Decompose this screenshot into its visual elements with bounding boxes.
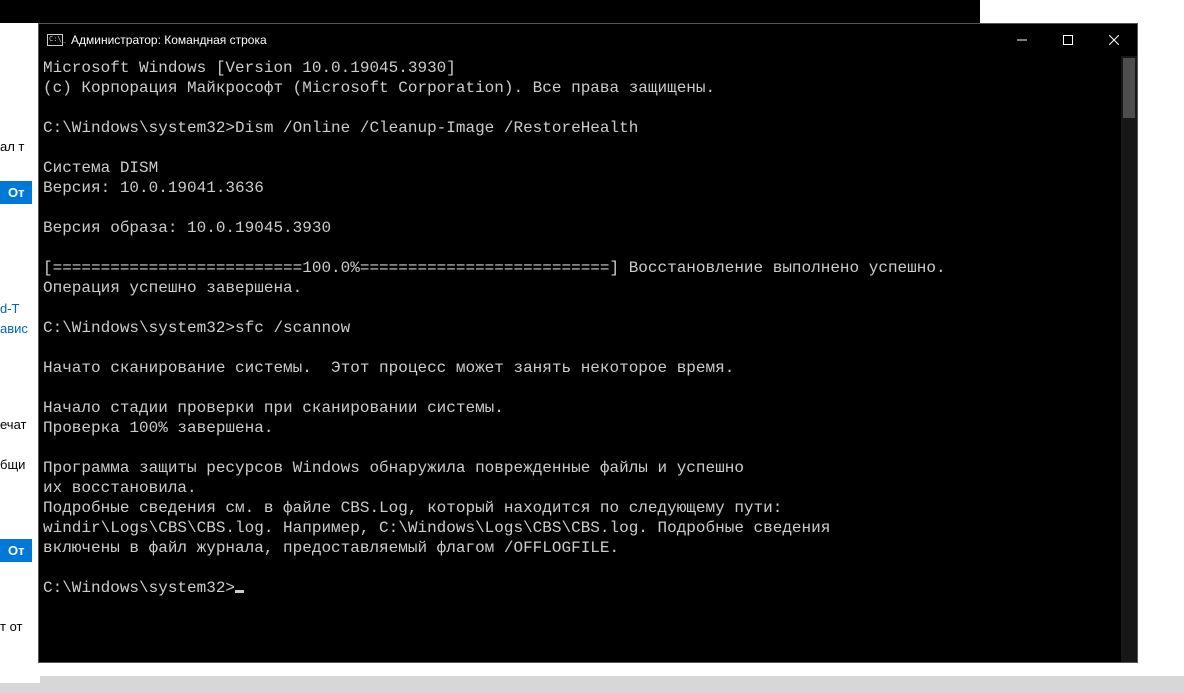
bg-text-fragment: ал т: [0, 139, 24, 154]
close-icon: [1109, 35, 1119, 45]
window-title: Администратор: Командная строка: [71, 33, 999, 47]
terminal-cursor: [235, 590, 244, 593]
cmd-icon: [47, 34, 63, 46]
bg-link-fragment[interactable]: d-T: [0, 301, 20, 316]
title-bar[interactable]: Администратор: Командная строка: [39, 24, 1137, 56]
bg-text-fragment: бщи: [0, 457, 25, 472]
page-bottom-strip: [0, 676, 1184, 693]
maximize-icon: [1063, 35, 1073, 45]
page-behind-content: ал т От d-T авис ечат бщи От т от: [0, 23, 40, 683]
scrollbar[interactable]: [1121, 56, 1137, 662]
cmd-window: Администратор: Командная строка Microsof…: [38, 23, 1138, 663]
bg-text-fragment: ечат: [0, 417, 26, 432]
bg-reply-button[interactable]: От: [0, 539, 32, 562]
scrollbar-thumb[interactable]: [1123, 58, 1135, 118]
terminal-output[interactable]: Microsoft Windows [Version 10.0.19045.39…: [39, 56, 1137, 662]
minimize-button[interactable]: [999, 24, 1045, 56]
close-button[interactable]: [1091, 24, 1137, 56]
bg-link-fragment[interactable]: авис: [0, 321, 28, 336]
page-dark-strip: [0, 0, 980, 23]
minimize-icon: [1017, 35, 1027, 45]
bg-text-fragment: т от: [0, 619, 22, 634]
window-controls: [999, 24, 1137, 56]
maximize-button[interactable]: [1045, 24, 1091, 56]
bg-reply-button[interactable]: От: [0, 181, 32, 204]
